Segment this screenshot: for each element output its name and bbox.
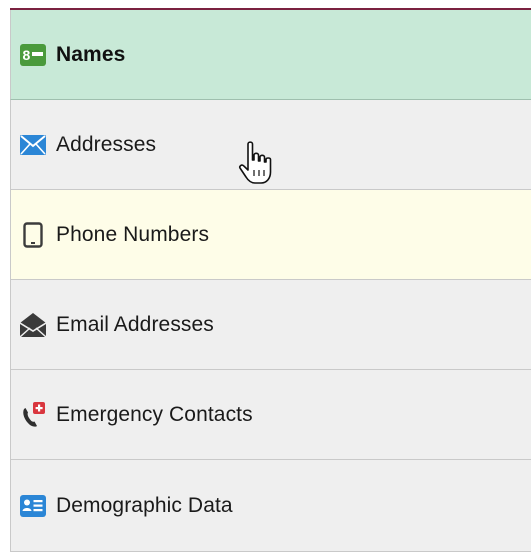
nav-item-demographic-data[interactable]: Demographic Data bbox=[10, 460, 531, 552]
nav-item-email-addresses[interactable]: Email Addresses bbox=[10, 280, 531, 370]
open-envelope-icon bbox=[20, 312, 46, 338]
nav-item-label: Addresses bbox=[56, 132, 157, 156]
svg-text:8: 8 bbox=[23, 47, 31, 63]
nav-item-label: Demographic Data bbox=[56, 493, 233, 517]
envelope-icon bbox=[20, 132, 46, 158]
nav-item-label: Names bbox=[56, 42, 126, 66]
nav-item-emergency-contacts[interactable]: Emergency Contacts bbox=[10, 370, 531, 460]
emergency-phone-icon bbox=[20, 401, 46, 428]
nav-item-names[interactable]: 8 Names bbox=[10, 10, 531, 100]
nav-item-label: Phone Numbers bbox=[56, 222, 210, 246]
id-card-icon bbox=[20, 493, 46, 519]
nav-item-phone-numbers[interactable]: Phone Numbers bbox=[10, 190, 531, 280]
nav-item-label: Email Addresses bbox=[56, 312, 214, 336]
nav-item-addresses[interactable]: Addresses bbox=[10, 100, 531, 190]
mobile-phone-icon bbox=[20, 221, 46, 248]
name-card-icon: 8 bbox=[20, 42, 46, 68]
personal-details-nav-panel: 8 Names Addresses Phone Numbers Email Ad… bbox=[0, 0, 531, 552]
nav-item-label: Emergency Contacts bbox=[56, 402, 253, 426]
section-nav-list: 8 Names Addresses Phone Numbers Email Ad… bbox=[10, 10, 531, 552]
